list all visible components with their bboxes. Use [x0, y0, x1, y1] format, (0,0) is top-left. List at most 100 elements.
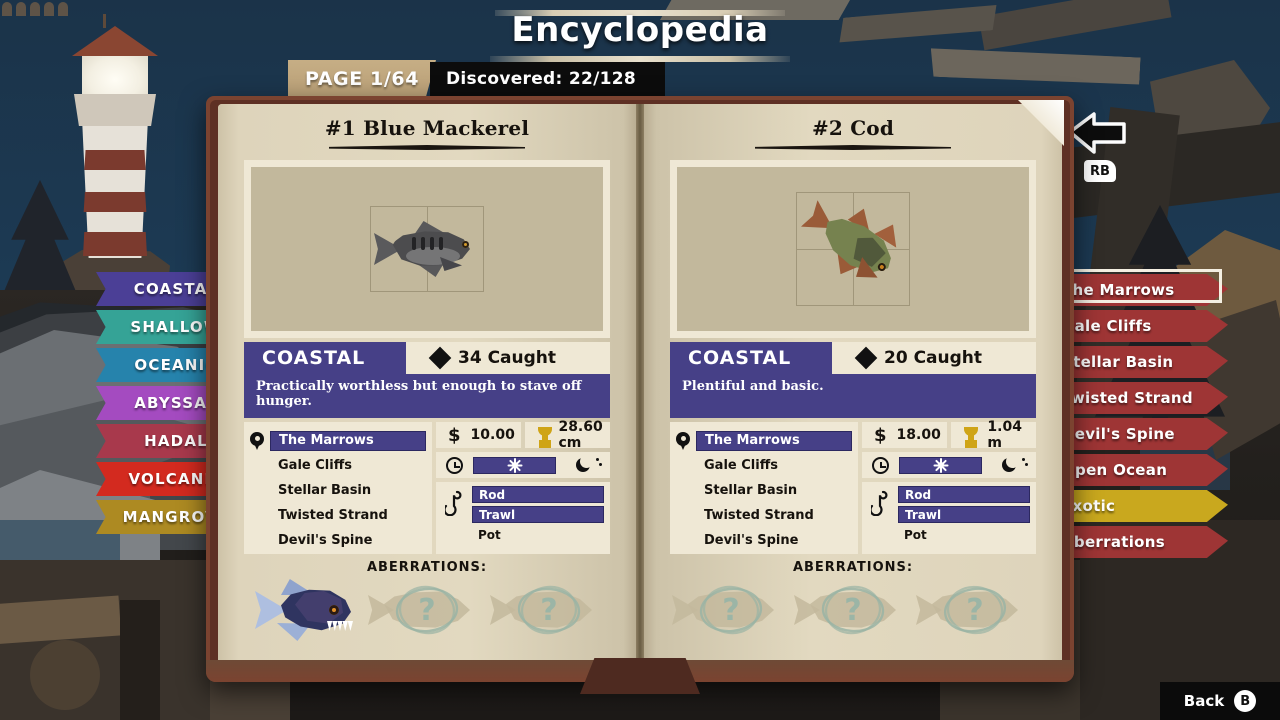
- region-tab-list: The Marrows Gale Cliffs Stellar Basin Tw…: [1046, 269, 1228, 562]
- location-list: The Marrows Gale Cliffs Stellar Basin Tw…: [244, 422, 432, 554]
- daytime-indicator: [473, 456, 556, 474]
- price-value: 18.00: [896, 427, 941, 443]
- location-name: The Marrows: [696, 430, 852, 451]
- location-name: Devil's Spine: [704, 533, 799, 548]
- location-row[interactable]: Twisted Strand: [676, 503, 852, 528]
- encyclopedia-book: #1 Blue Mackerel COASTAL 34 Caught Pract…: [206, 96, 1074, 694]
- back-button[interactable]: Back B: [1160, 682, 1280, 720]
- fish-description: Practically worthless but enough to stav…: [244, 374, 610, 418]
- unknown-marker: ?: [540, 592, 558, 628]
- caught-counter: 34 Caught: [406, 342, 610, 374]
- title-underline: [329, 145, 525, 150]
- location-name: Stellar Basin: [704, 483, 798, 498]
- aberration-slot-unknown[interactable]: ?: [916, 579, 1029, 641]
- gear-item-trawl[interactable]: Trawl: [472, 506, 604, 523]
- region-tab-gale-cliffs[interactable]: Gale Cliffs: [1052, 310, 1228, 342]
- gear-item-pot[interactable]: Pot: [472, 526, 604, 543]
- aberrations-heading: ABERRATIONS:: [366, 560, 488, 575]
- gear-item-trawl[interactable]: Trawl: [898, 506, 1030, 523]
- sprite-grid: [370, 206, 484, 292]
- record-value: 28.60 cm: [558, 419, 603, 451]
- record-value: 1.04 m: [987, 419, 1022, 451]
- moon-icon: [1002, 454, 1019, 472]
- fish-art: [677, 167, 1029, 331]
- biome-tab-label: HADAL: [144, 432, 208, 450]
- biome-banner: COASTAL 20 Caught: [670, 342, 1036, 374]
- location-row[interactable]: The Marrows: [676, 428, 852, 453]
- fish-title: #1 Blue Mackerel: [324, 116, 530, 140]
- location-row[interactable]: Stellar Basin: [250, 478, 426, 503]
- gear-item-rod[interactable]: Rod: [472, 486, 604, 503]
- aberration-slot-discovered[interactable]: [251, 579, 359, 641]
- gear-item-rod[interactable]: Rod: [898, 486, 1030, 503]
- night-indicator: [992, 454, 1028, 473]
- region-tab-label: Twisted Strand: [1062, 389, 1193, 407]
- price-stat: $ 10.00: [436, 422, 521, 448]
- record-stat: 28.60 cm: [525, 419, 610, 451]
- fish-title: #2 Cod: [811, 116, 895, 140]
- b-button-key: B: [1234, 690, 1257, 712]
- fishing-hook-icon: [868, 486, 892, 550]
- back-label: Back: [1183, 692, 1225, 710]
- caught-counter: 20 Caught: [832, 342, 1036, 374]
- sun-icon: [933, 458, 948, 472]
- page-title: Encyclopedia: [511, 10, 769, 50]
- fish-description: Plentiful and basic.: [670, 374, 1036, 418]
- price-stat: $ 18.00: [862, 422, 947, 448]
- moon-icon: [576, 454, 593, 472]
- location-name: Gale Cliffs: [704, 458, 778, 473]
- region-tab-devils-spine[interactable]: Devil's Spine: [1052, 418, 1228, 450]
- location-name: Twisted Strand: [704, 508, 814, 523]
- entry-right: #2 Cod COASTAL 20 Caught Plentiful and b…: [670, 116, 1036, 656]
- gear-list: Rod Trawl Pot: [472, 486, 604, 550]
- aberration-slot-unknown[interactable]: ?: [368, 579, 481, 641]
- time-of-day-row: [862, 452, 1036, 478]
- region-tab-label: Devil's Spine: [1062, 425, 1175, 443]
- location-pin-icon: [250, 432, 264, 449]
- location-row[interactable]: Devil's Spine: [250, 528, 426, 553]
- stat-column: $ 10.00 28.60 cm Rod Trawl Pot: [436, 419, 610, 554]
- diamond-icon: [428, 346, 452, 370]
- caught-count-label: 34 Caught: [458, 348, 557, 368]
- clock-icon: [872, 456, 889, 474]
- lighthouse-gallery: [74, 94, 156, 126]
- location-name: Twisted Strand: [278, 508, 388, 523]
- left-arrow-icon: [1068, 112, 1126, 154]
- gear-item-pot[interactable]: Pot: [898, 526, 1030, 543]
- trophy-icon: [537, 427, 553, 443]
- location-row[interactable]: Gale Cliffs: [676, 453, 852, 478]
- region-tab-aberrations[interactable]: Aberrations: [1052, 526, 1228, 558]
- location-pin-icon: [676, 432, 690, 449]
- region-tab-exotic[interactable]: Exotic: [1052, 490, 1228, 522]
- next-page-hint[interactable]: RB: [1064, 108, 1136, 182]
- trophy-icon: [963, 427, 979, 443]
- aberration-slot-unknown[interactable]: ?: [672, 579, 785, 641]
- currency-icon: $: [448, 424, 461, 446]
- fish-detail-panel: The Marrows Gale Cliffs Stellar Basin Tw…: [670, 419, 1036, 554]
- region-tab-the-marrows[interactable]: The Marrows: [1052, 274, 1228, 306]
- location-row[interactable]: Twisted Strand: [250, 503, 426, 528]
- aberration-sprite: [255, 579, 355, 641]
- location-list: The Marrows Gale Cliffs Stellar Basin Tw…: [670, 422, 858, 554]
- sun-icon: [507, 458, 522, 472]
- location-row[interactable]: Stellar Basin: [676, 478, 852, 503]
- fish-art-frame: [670, 160, 1036, 338]
- caught-count-label: 20 Caught: [884, 348, 983, 368]
- page-counter-tab: PAGE 1/64: [288, 60, 436, 98]
- region-tab-twisted-strand[interactable]: Twisted Strand: [1052, 382, 1228, 414]
- gear-list: Rod Trawl Pot: [898, 486, 1030, 550]
- aberration-slot-unknown[interactable]: ?: [490, 579, 603, 641]
- location-row[interactable]: The Marrows: [250, 428, 426, 453]
- location-name: Devil's Spine: [278, 533, 373, 548]
- location-row[interactable]: Gale Cliffs: [250, 453, 426, 478]
- aberration-slot-unknown[interactable]: ?: [794, 579, 907, 641]
- location-row[interactable]: Devil's Spine: [676, 528, 852, 553]
- location-name: The Marrows: [270, 430, 426, 451]
- region-tab-open-ocean[interactable]: Open Ocean: [1052, 454, 1228, 486]
- clock-icon: [446, 456, 463, 474]
- lighthouse-stripe: [83, 192, 147, 212]
- price-value: 10.00: [470, 427, 515, 443]
- biome-label: COASTAL: [670, 342, 832, 374]
- unknown-marker: ?: [418, 592, 436, 628]
- region-tab-stellar-basin[interactable]: Stellar Basin: [1052, 346, 1228, 378]
